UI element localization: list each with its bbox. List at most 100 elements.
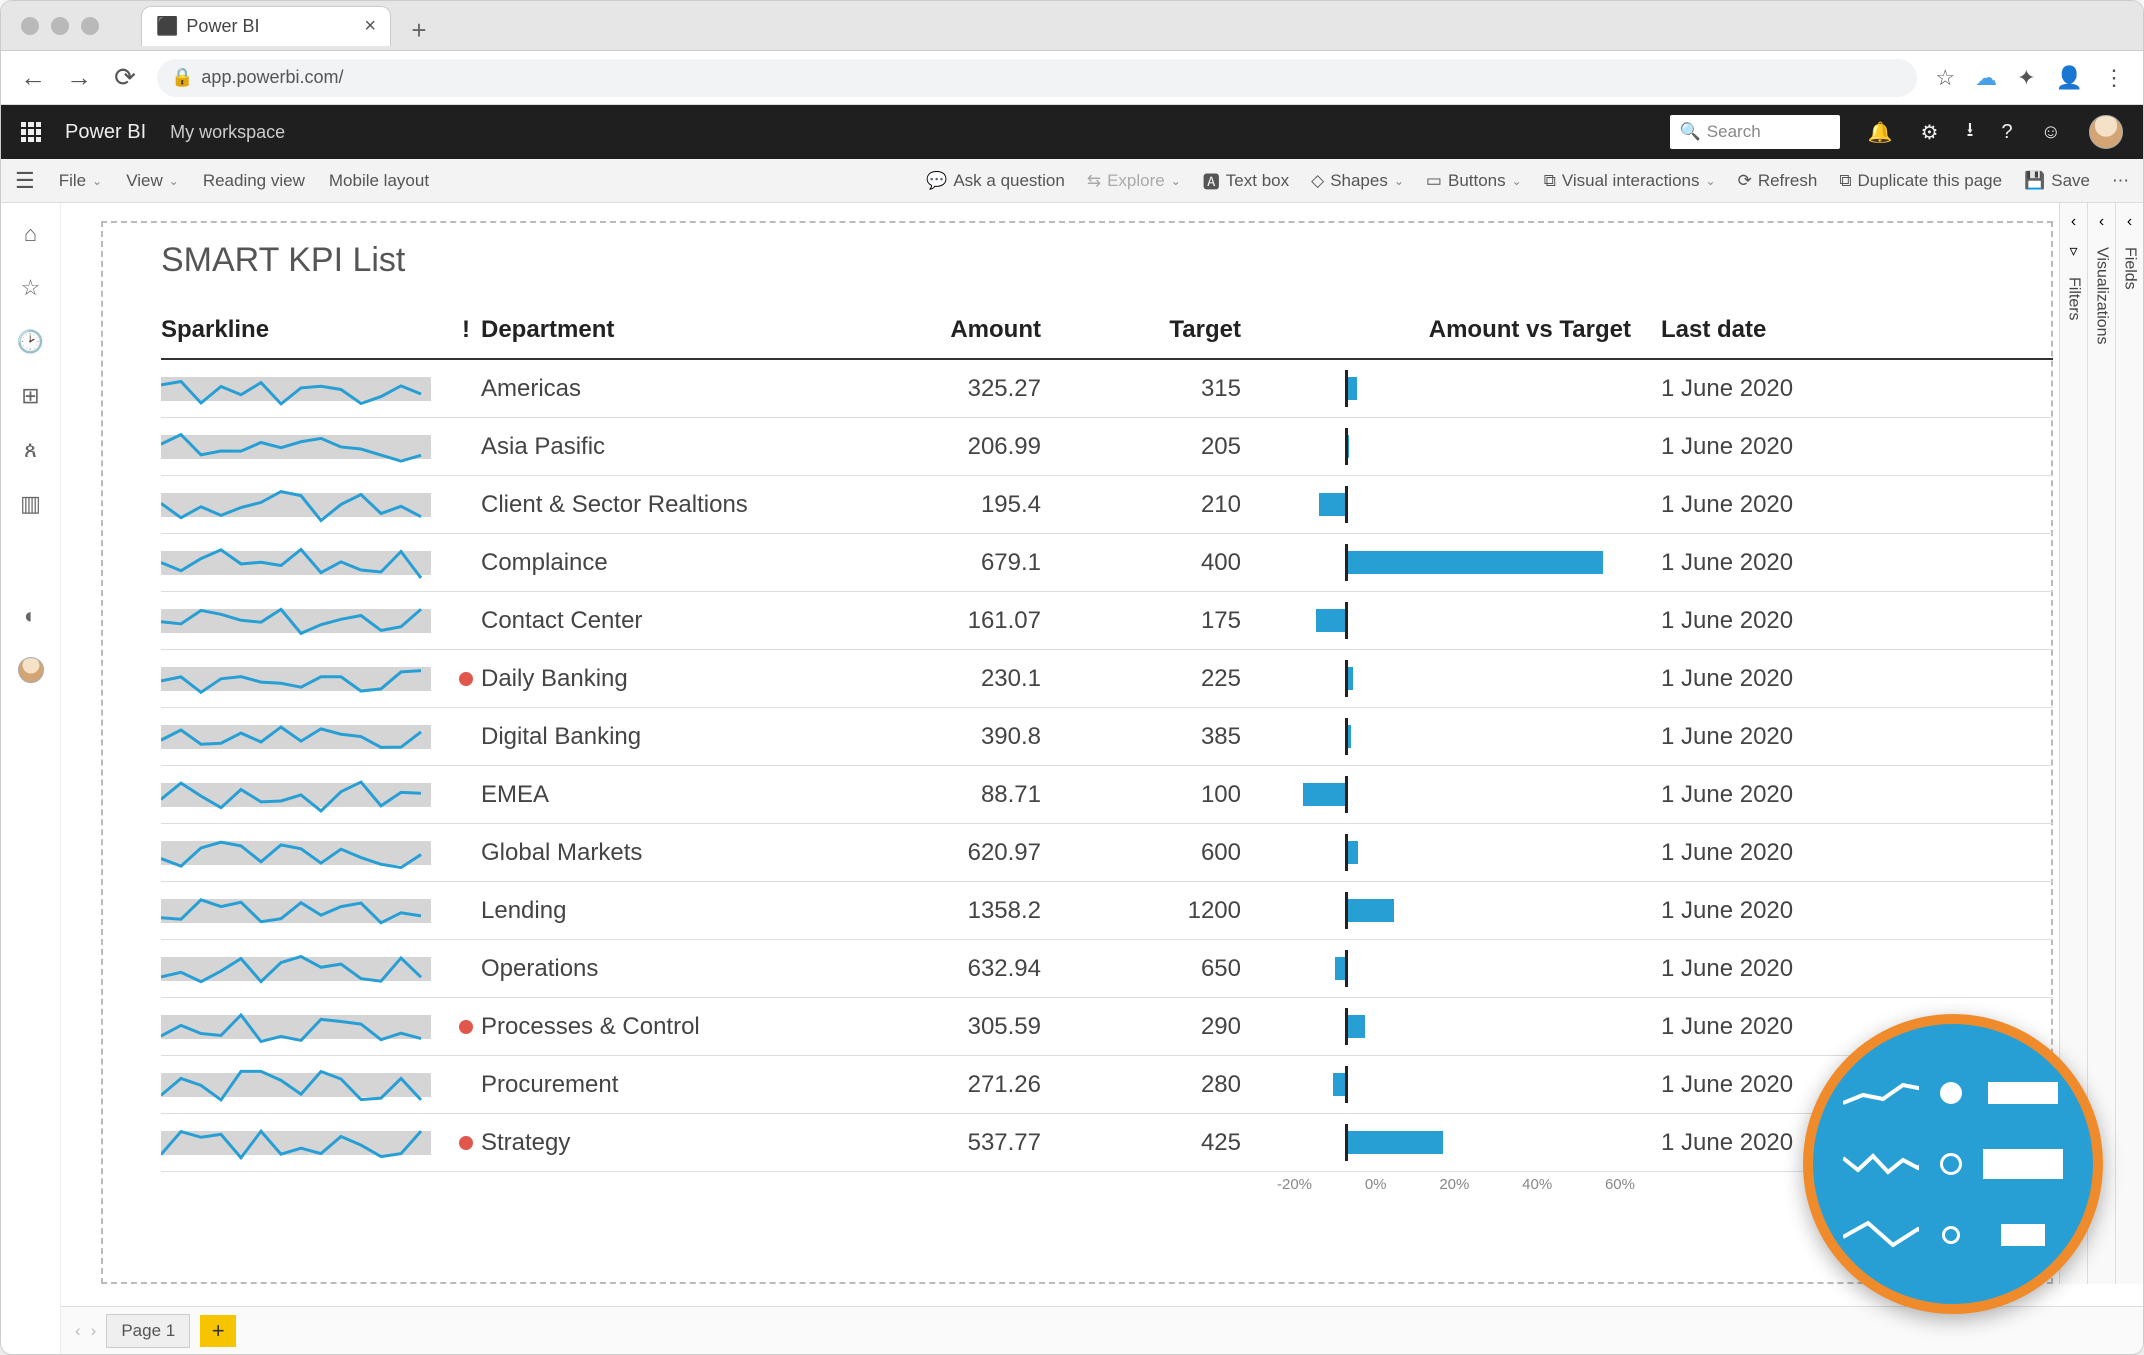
forward-button[interactable]: → [65,62,93,93]
extensions-icon[interactable]: ✦ [2017,65,2035,91]
target-cell: 280 [1071,1071,1271,1099]
page-tab-1[interactable]: Page 1 [106,1314,190,1348]
brand-label[interactable]: Power BI [65,121,146,144]
search-icon: 🔍 [1680,122,1701,142]
back-button[interactable]: ← [19,62,47,93]
alert-dot-icon [459,1136,473,1150]
refresh-button[interactable]: ⟳ Refresh [1738,171,1818,191]
user-avatar[interactable] [2089,115,2123,149]
traffic-close[interactable] [21,17,39,35]
col-target[interactable]: Target [1071,316,1271,344]
apps-icon[interactable]: ⊞ [21,383,39,409]
search-input[interactable]: 🔍 Search [1670,115,1840,149]
browser-menu-icon[interactable]: ⋮ [2103,65,2125,91]
app-launcher-icon[interactable] [21,122,41,142]
target-cell: 425 [1071,1129,1271,1157]
file-menu[interactable]: File ⌄ [59,171,102,191]
duplicate-page-button[interactable]: ⧉ Duplicate this page [1839,171,2002,191]
department-cell: Operations [481,955,881,983]
notifications-icon[interactable]: 🔔 [1868,120,1893,145]
table-row[interactable]: EMEA 88.71 100 1 June 2020 [161,766,2053,824]
department-cell: Digital Banking [481,723,881,751]
col-department[interactable]: Department [481,316,881,344]
deployment-icon[interactable]: ◐ [24,603,37,629]
table-row[interactable]: Strategy 537.77 425 1 June 2020 [161,1114,2053,1172]
amount-cell: 537.77 [881,1129,1071,1157]
more-icon[interactable]: ⋯ [2112,171,2129,191]
visual-interactions-button[interactable]: ⧉ Visual interactions ⌄ [1544,171,1716,191]
amount-cell: 679.1 [881,549,1071,577]
badge-line-angular-icon [1843,1217,1919,1253]
view-menu[interactable]: View ⌄ [126,171,179,191]
col-lastdate[interactable]: Last date [1641,316,2053,344]
table-row[interactable]: Global Markets 620.97 600 1 June 2020 [161,824,2053,882]
feedback-icon[interactable]: ☺ [2041,121,2061,144]
shared-icon[interactable]: ጰ [24,437,37,463]
save-button[interactable]: 💾 Save [2024,171,2090,191]
browser-tab[interactable]: ⬛ Power BI × [141,6,391,46]
col-amount[interactable]: Amount [881,316,1071,344]
table-row[interactable]: Digital Banking 390.8 385 1 June 2020 [161,708,2053,766]
lastdate-cell: 1 June 2020 [1641,723,2053,751]
traffic-min[interactable] [51,17,69,35]
lock-icon: 🔒 [171,67,193,88]
table-row[interactable]: Asia Pasific 206.99 205 1 June 2020 [161,418,2053,476]
sparkline-cell [161,367,431,411]
buttons-button[interactable]: ▭ Buttons ⌄ [1426,171,1522,191]
address-bar[interactable]: 🔒 app.powerbi.com/ [157,59,1917,97]
hamburger-icon[interactable]: ☰ [15,168,35,194]
table-row[interactable]: Client & Sector Realtions 195.4 210 1 Ju… [161,476,2053,534]
recent-icon[interactable]: 🕑 [17,329,44,355]
home-icon[interactable]: ⌂ [24,221,37,247]
reload-button[interactable]: ⟳ [111,62,139,93]
kpi-table: Sparkline ! Department Amount Target Amo… [161,302,2053,1193]
vs-target-cell [1271,940,1641,997]
prev-page-button[interactable]: ‹ [75,1321,81,1341]
workspaces-icon[interactable]: ▥ [20,491,41,517]
badge-dot-small-icon [1942,1226,1960,1244]
table-row[interactable]: Lending 1358.2 1200 1 June 2020 [161,882,2053,940]
close-tab-icon[interactable]: × [364,15,376,38]
table-row[interactable]: Daily Banking 230.1 225 1 June 2020 [161,650,2053,708]
amount-cell: 195.4 [881,491,1071,519]
mobile-layout-button[interactable]: Mobile layout [329,171,429,191]
star-icon[interactable]: ☆ [1935,65,1955,91]
table-row[interactable]: Processes & Control 305.59 290 1 June 20… [161,998,2053,1056]
cloud-icon[interactable]: ☁ [1975,65,1997,91]
vs-target-cell [1271,418,1641,475]
vs-target-cell [1271,360,1641,417]
add-page-button[interactable]: + [200,1315,236,1347]
vs-target-cell [1271,1114,1641,1171]
next-page-button[interactable]: › [91,1321,97,1341]
my-workspace-icon[interactable] [18,657,44,683]
target-cell: 100 [1071,781,1271,809]
table-row[interactable]: Operations 632.94 650 1 June 2020 [161,940,2053,998]
reading-view-button[interactable]: Reading view [203,171,305,191]
col-sparkline[interactable]: Sparkline [161,316,451,344]
shapes-button[interactable]: ◇ Shapes ⌄ [1311,171,1404,191]
amount-cell: 1358.2 [881,897,1071,925]
badge-dot-hollow-icon [1940,1153,1962,1175]
help-icon[interactable]: ? [2001,121,2012,144]
col-vs[interactable]: Amount vs Target [1271,316,1641,344]
new-tab-button[interactable]: + [401,15,437,46]
settings-icon[interactable]: ⚙ [1921,120,1939,145]
vs-target-cell [1271,766,1641,823]
ask-question-button[interactable]: 💬 Ask a question [926,171,1065,191]
traffic-max[interactable] [81,17,99,35]
favorites-icon[interactable]: ☆ [21,275,41,301]
workspace-label[interactable]: My workspace [170,122,285,143]
table-row[interactable]: Complaince 679.1 400 1 June 2020 [161,534,2053,592]
target-cell: 205 [1071,433,1271,461]
profile-icon[interactable]: 👤 [2056,65,2083,91]
department-cell: Processes & Control [481,1013,881,1041]
textbox-button[interactable]: 🅰 Text box [1203,168,1289,193]
table-row[interactable]: Procurement 271.26 280 1 June 2020 [161,1056,2053,1114]
col-alert[interactable]: ! [451,316,481,344]
alert-dot-icon [459,672,473,686]
explore-button[interactable]: ⇆ Explore ⌄ [1087,171,1181,191]
table-row[interactable]: Americas 325.27 315 1 June 2020 [161,360,2053,418]
fields-pane[interactable]: ‹ Fields [2115,203,2143,1284]
table-row[interactable]: Contact Center 161.07 175 1 June 2020 [161,592,2053,650]
download-icon[interactable]: ⭳ [1966,115,1973,149]
